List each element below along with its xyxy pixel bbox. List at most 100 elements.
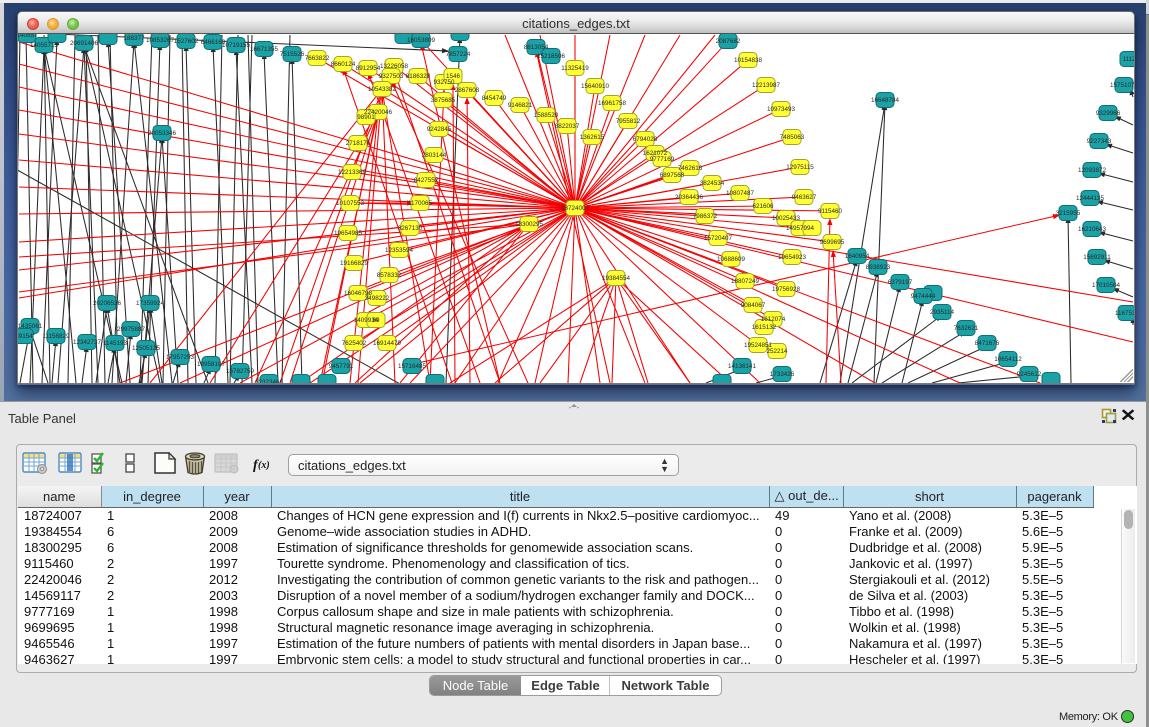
svg-text:10973493: 10973493 <box>767 106 796 113</box>
svg-text:7462616: 7462616 <box>678 165 703 172</box>
svg-text:19166829: 19166829 <box>340 260 369 267</box>
svg-text:16648784: 16648784 <box>871 97 900 104</box>
svg-text:7632621: 7632621 <box>954 325 979 332</box>
svg-text:188377: 188377 <box>123 35 145 42</box>
svg-text:2718176: 2718176 <box>346 140 371 147</box>
svg-text:1640954: 1640954 <box>845 253 870 260</box>
svg-text:1546: 1546 <box>446 73 461 80</box>
svg-text:10543382: 10543382 <box>368 86 397 93</box>
svg-text:8454749: 8454749 <box>482 95 507 102</box>
svg-text:14055713: 14055713 <box>30 42 59 49</box>
svg-text:8660124: 8660124 <box>331 61 356 68</box>
svg-text:19384554: 19384554 <box>602 275 631 282</box>
svg-text:20691406: 20691406 <box>70 40 99 47</box>
svg-text:10025433: 10025433 <box>772 215 801 222</box>
svg-text:8938923: 8938923 <box>866 264 891 271</box>
svg-text:12353594: 12353594 <box>385 247 414 254</box>
svg-text:7955812: 7955812 <box>616 118 641 125</box>
svg-text:12975115: 12975115 <box>786 164 814 171</box>
svg-text:10958107: 10958107 <box>197 361 226 368</box>
svg-text:16210643: 16210643 <box>1078 226 1107 233</box>
svg-text:8427552: 8427552 <box>414 177 439 184</box>
svg-text:18724007: 18724007 <box>561 205 590 212</box>
svg-text:2867608: 2867608 <box>455 87 480 94</box>
svg-text:2935114: 2935114 <box>930 309 955 316</box>
svg-text:7515526: 7515526 <box>280 51 305 58</box>
svg-text:89: 89 <box>372 317 380 324</box>
svg-text:8578332: 8578332 <box>377 272 402 279</box>
svg-text:12093872: 12093872 <box>1078 167 1107 174</box>
svg-text:15751074: 15751074 <box>1110 82 1134 89</box>
svg-text:3875685: 3875685 <box>431 97 456 104</box>
svg-text:9084067: 9084067 <box>741 302 766 309</box>
svg-text:17359924: 17359924 <box>136 300 165 307</box>
svg-text:9329966: 9329966 <box>1096 110 1121 117</box>
svg-text:15218506: 15218506 <box>537 53 566 60</box>
svg-text:9245612: 9245612 <box>1017 371 1042 378</box>
svg-text:6794028: 6794028 <box>633 136 658 143</box>
svg-text:1145193: 1145193 <box>103 340 128 347</box>
svg-text:7485063: 7485063 <box>780 134 805 141</box>
svg-text:8912954: 8912954 <box>356 65 381 72</box>
svg-text:15692911: 15692911 <box>1083 254 1111 261</box>
svg-text:3824534: 3824534 <box>700 180 725 187</box>
svg-text:3215955: 3215955 <box>1056 210 1081 217</box>
svg-text:98901: 98901 <box>357 114 375 121</box>
svg-text:9474444: 9474444 <box>911 293 936 300</box>
svg-text:621606: 621606 <box>752 203 774 210</box>
svg-text:15640910: 15640910 <box>581 83 610 90</box>
svg-text:3498222: 3498222 <box>365 295 390 302</box>
svg-text:15720407: 15720407 <box>704 235 733 242</box>
svg-text:15716485: 15716485 <box>398 363 427 370</box>
svg-text:8186328: 8186328 <box>406 73 431 80</box>
svg-text:20206536: 20206536 <box>93 300 122 307</box>
svg-text:3267130: 3267130 <box>398 225 423 232</box>
svg-text:9699695: 9699695 <box>820 239 845 246</box>
svg-text:16914479: 16914479 <box>373 340 402 347</box>
svg-text:11156829: 11156829 <box>42 333 70 340</box>
svg-text:932750: 932750 <box>433 79 455 86</box>
svg-text:10154838: 10154838 <box>734 57 763 64</box>
svg-text:19654923: 19654923 <box>778 254 807 261</box>
svg-text:7625402: 7625402 <box>342 340 367 347</box>
svg-text:9457791: 9457791 <box>329 363 354 370</box>
svg-text:16671355: 16671355 <box>250 46 279 53</box>
svg-text:1112: 1112 <box>1122 56 1134 63</box>
svg-text:1588520: 1588520 <box>534 112 559 119</box>
svg-text:2087682: 2087682 <box>716 38 741 45</box>
svg-text:11325419: 11325419 <box>561 65 589 72</box>
svg-text:10654112: 10654112 <box>994 356 1022 363</box>
svg-text:1170065: 1170065 <box>408 200 433 207</box>
svg-text:9327503: 9327503 <box>379 73 404 80</box>
svg-text:12213987: 12213987 <box>752 82 781 89</box>
svg-text:12505135: 12505135 <box>132 345 161 352</box>
svg-text:7663822: 7663822 <box>305 55 330 62</box>
svg-text:9242845: 9242845 <box>427 126 452 133</box>
svg-text:19756928: 19756928 <box>772 286 801 293</box>
svg-text:1527602: 1527602 <box>174 38 199 45</box>
svg-text:16782759: 16782759 <box>226 368 255 375</box>
svg-text:1733426: 1733426 <box>770 371 795 378</box>
svg-text:19654985: 19654985 <box>334 230 363 237</box>
svg-text:9777169: 9777169 <box>650 156 675 163</box>
svg-text:7857224: 7857224 <box>446 51 471 58</box>
svg-text:10807487: 10807487 <box>726 190 755 197</box>
svg-text:8471676: 8471676 <box>975 340 1000 347</box>
svg-text:10719155: 10719155 <box>222 42 251 49</box>
svg-text:14957994: 14957994 <box>786 225 815 232</box>
svg-text:29975887: 29975887 <box>117 326 146 333</box>
svg-text:1362615: 1362615 <box>580 134 605 141</box>
svg-text:10107553: 10107553 <box>336 200 365 207</box>
svg-text:16053809: 16053809 <box>407 37 436 44</box>
svg-text:8813054: 8813054 <box>524 44 549 51</box>
svg-text:39154: 39154 <box>18 333 33 340</box>
svg-text:6379197: 6379197 <box>888 279 913 286</box>
svg-text:140557: 140557 <box>18 34 38 39</box>
svg-text:12444135: 12444135 <box>1076 195 1105 202</box>
svg-text:1615132: 1615132 <box>752 324 777 331</box>
svg-text:10853267: 10853267 <box>146 37 175 44</box>
svg-text:16961758: 16961758 <box>598 100 627 107</box>
svg-text:1612074: 1612074 <box>761 316 786 323</box>
svg-text:7986372: 7986372 <box>693 213 718 220</box>
svg-text:2803144: 2803144 <box>422 152 447 159</box>
